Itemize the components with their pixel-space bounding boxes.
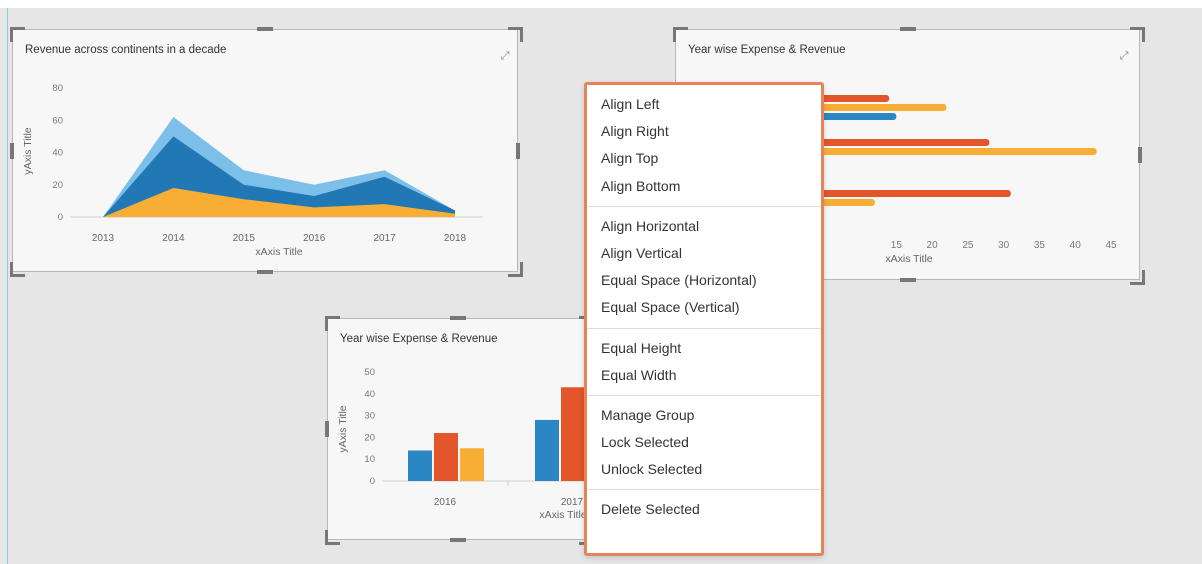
menu-item-equal-height[interactable]: Equal Height — [587, 335, 821, 362]
x-tick-label: 2016 — [303, 233, 326, 244]
x-tick-label: 15 — [891, 240, 903, 251]
x-tick-label: 35 — [1034, 240, 1046, 251]
menu-group: Equal Height Equal Width — [587, 329, 821, 396]
y-tick-label: 40 — [364, 389, 375, 400]
resize-corner-handle[interactable] — [1130, 270, 1145, 285]
menu-item-equal-width[interactable]: Equal Width — [587, 362, 821, 389]
resize-edge-handle[interactable] — [516, 142, 520, 159]
y-tick-label: 10 — [364, 454, 375, 465]
x-tick-label: 2017 — [561, 497, 584, 508]
x-tick-label: 20 — [927, 240, 939, 251]
vbar-1-1 — [561, 387, 585, 481]
resize-corner-handle[interactable] — [325, 530, 340, 545]
x-axis-title: xAxis Title — [885, 253, 932, 265]
vbar-0-1 — [535, 419, 559, 481]
vbar-2-0 — [460, 448, 484, 481]
menu-item-align-vertical[interactable]: Align Vertical — [587, 240, 821, 267]
y-tick-label: 0 — [58, 212, 63, 223]
y-tick-label: 60 — [52, 115, 63, 126]
x-axis-title: xAxis Title — [539, 509, 586, 521]
menu-item-equal-space-vertical[interactable]: Equal Space (Vertical) — [587, 294, 821, 321]
resize-edge-handle[interactable] — [899, 278, 916, 282]
resize-edge-handle[interactable] — [450, 316, 466, 320]
x-axis-title: xAxis Title — [255, 246, 302, 258]
x-tick-label: 2018 — [444, 233, 467, 244]
menu-item-unlock-selected[interactable]: Unlock Selected — [587, 456, 821, 483]
y-axis-title: yAxis Title — [22, 127, 34, 174]
y-tick-label: 50 — [364, 367, 375, 378]
x-tick-label: 2015 — [233, 233, 256, 244]
resize-corner-handle[interactable] — [10, 27, 25, 42]
menu-item-align-horizontal[interactable]: Align Horizontal — [587, 213, 821, 240]
hbar-1-1 — [789, 148, 1097, 155]
resize-edge-handle[interactable] — [450, 538, 466, 542]
y-tick-label: 0 — [370, 476, 375, 487]
resize-corner-handle[interactable] — [1130, 27, 1145, 42]
resize-corner-handle[interactable] — [325, 316, 340, 331]
resize-corner-handle[interactable] — [508, 262, 523, 277]
y-tick-label: 30 — [364, 411, 375, 422]
menu-group: Delete Selected — [587, 490, 821, 529]
vbar-0-0 — [408, 450, 432, 481]
resize-corner-handle[interactable] — [673, 27, 688, 42]
x-tick-label: 30 — [998, 240, 1010, 251]
context-menu: Align Left Align Right Align Top Align Bott… — [584, 82, 824, 556]
y-tick-label: 20 — [364, 432, 375, 443]
menu-item-equal-space-horizontal[interactable]: Equal Space (Horizontal) — [587, 267, 821, 294]
vbar-chart: 0 10 20 30 40 50 2016 2017xAxis Title yAxis Titl… — [337, 367, 590, 521]
canvas-guide-line — [7, 8, 8, 564]
menu-item-align-left[interactable]: Align Left — [587, 91, 821, 118]
menu-group: Align Horizontal Align Vertical Equal Spac… — [587, 207, 821, 329]
x-tick-label: 2016 — [434, 497, 457, 508]
vbar-1-0 — [434, 433, 458, 481]
menu-item-lock-selected[interactable]: Lock Selected — [587, 429, 821, 456]
area-chart-widget[interactable]: Revenue across continents in a decade ⤢ … — [12, 29, 518, 272]
area-chart: 0 20 40 60 80 2013 2014 2015 2016 2017 2018 xAxis T… — [22, 83, 483, 258]
x-tick-label: 2013 — [92, 233, 115, 244]
menu-item-manage-group[interactable]: Manage Group — [587, 402, 821, 429]
y-tick-label: 20 — [52, 180, 63, 191]
menu-item-delete-selected[interactable]: Delete Selected — [587, 496, 821, 523]
y-tick-label: 40 — [52, 148, 63, 159]
vbar-chart-widget[interactable]: Year wise Expense & Revenue 0 10 20 30 40 50 2… — [327, 318, 590, 540]
resize-corner-handle[interactable] — [10, 262, 25, 277]
top-strip — [0, 0, 1202, 8]
resize-edge-handle[interactable] — [1138, 146, 1142, 163]
resize-edge-handle[interactable] — [325, 421, 329, 437]
menu-group: Align Left Align Right Align Top Align Bott… — [587, 85, 821, 207]
x-tick-label: 2014 — [162, 233, 185, 244]
menu-item-align-bottom[interactable]: Align Bottom — [587, 173, 821, 200]
x-tick-label: 2017 — [373, 233, 396, 244]
x-tick-label: 40 — [1070, 240, 1082, 251]
resize-edge-handle[interactable] — [257, 270, 273, 274]
menu-item-align-right[interactable]: Align Right — [587, 118, 821, 145]
y-tick-label: 80 — [52, 83, 63, 94]
menu-group: Manage Group Lock Selected Unlock Selected — [587, 396, 821, 491]
y-axis-title: yAxis Title — [337, 405, 349, 452]
resize-edge-handle[interactable] — [257, 27, 273, 31]
x-tick-label: 25 — [962, 240, 974, 251]
resize-edge-handle[interactable] — [899, 27, 916, 31]
menu-item-align-top[interactable]: Align Top — [587, 145, 821, 172]
resize-edge-handle[interactable] — [10, 142, 14, 159]
x-tick-label: 45 — [1105, 240, 1117, 251]
resize-corner-handle[interactable] — [508, 27, 523, 42]
